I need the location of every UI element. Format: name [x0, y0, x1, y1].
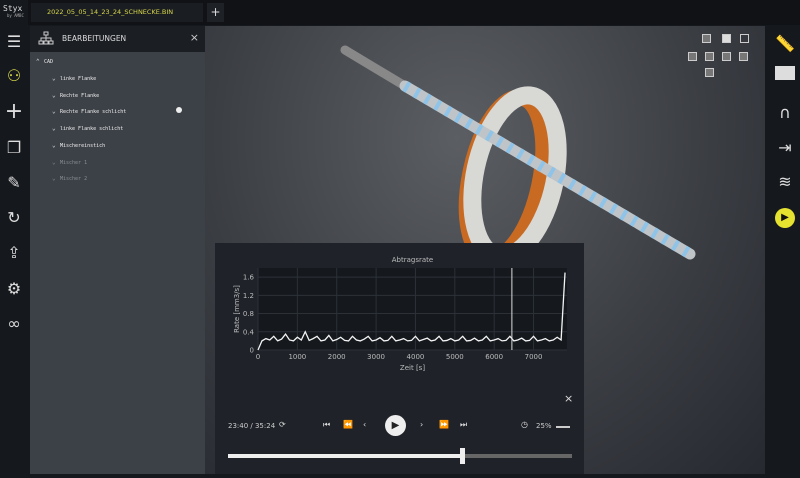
view-back-icon[interactable]	[705, 68, 714, 77]
y-tick-label: 0.4	[243, 328, 255, 336]
chevron-down-icon: ⌄	[52, 75, 56, 82]
x-tick-label: 3000	[367, 353, 385, 361]
play-button[interactable]: ▶	[385, 415, 406, 436]
play-simulation-icon[interactable]: ▶	[775, 208, 795, 228]
timeline-track[interactable]	[228, 448, 572, 464]
view-bottom-icon[interactable]	[739, 52, 748, 61]
tree-item-label: Mischereinstich	[60, 142, 106, 149]
left-toolbar: Styx by AMBC ☰ ⚇ + ❐ ✎ ↻ ⇪ ⚙ ∞	[0, 0, 28, 474]
ruler-icon[interactable]: 📏	[775, 34, 795, 54]
right-toolbar: 📏 ∩ ⇥ ≋ ▶	[767, 26, 800, 474]
link-icon[interactable]: ∞	[4, 314, 24, 334]
gear-icon[interactable]: ⚙	[4, 279, 24, 299]
speed-value: 25%	[536, 422, 552, 430]
view-3d-icon[interactable]	[722, 34, 731, 43]
tree-root-label: CAD	[44, 59, 54, 65]
tree-item[interactable]: ⌄ Mischer 2	[52, 175, 87, 182]
active-indicator-icon	[176, 107, 182, 114]
close-panel-button[interactable]: ×	[190, 31, 199, 44]
chevron-up-icon: ⌃	[36, 58, 40, 65]
timeline-handle[interactable]	[459, 448, 465, 464]
refresh-icon[interactable]: ↻	[4, 208, 24, 228]
tree-item-label: Rechte Flanke schlicht	[60, 109, 127, 116]
view-left-icon[interactable]	[688, 52, 697, 61]
y-tick-label: 1.2	[243, 292, 254, 300]
tree-icon	[38, 31, 54, 45]
time-display: 23:40 / 35:24	[228, 422, 276, 430]
tab-file[interactable]: 2022_05_05_14_23_24_SCHNECKE.BIN	[31, 3, 203, 22]
chart-panel: 0 1000 2000 3000 4000 5000 6000 7000 0 0.4 0.8 1.2 1…	[215, 243, 584, 474]
y-tick-label: 0.8	[243, 310, 254, 318]
x-tick-label: 0	[256, 353, 260, 361]
fast-forward-icon[interactable]: ⏩	[439, 420, 449, 429]
view-right-icon[interactable]	[722, 52, 731, 61]
skip-end-icon[interactable]: ⏭	[460, 420, 467, 430]
x-tick-label: 6000	[485, 353, 503, 361]
y-axis-label: Rate [mm3/s]	[233, 285, 241, 333]
x-axis-label: Zeit [s]	[400, 364, 425, 372]
y-tick-label: 1.6	[243, 274, 255, 282]
chevron-down-icon: ⌄	[52, 175, 56, 183]
add-icon[interactable]: +	[4, 101, 24, 123]
chevron-down-icon: ⌄	[52, 108, 56, 116]
step-forward-icon[interactable]: ›	[420, 420, 423, 429]
speed-slider[interactable]	[556, 426, 570, 428]
tree-icon[interactable]: ⚇	[4, 66, 24, 86]
speed-icon: ◷	[521, 420, 528, 429]
tree-item-label: Mischer 2	[60, 176, 88, 183]
operations-panel: BEARBEITUNGEN × ⌃ CAD ⌄ linke Flanke ⌄ Recht…	[30, 26, 205, 474]
tree-root[interactable]: ⌃ CAD	[36, 58, 53, 65]
tree-item-label: linke Flanke	[60, 76, 97, 82]
add-tab-button[interactable]: +	[207, 3, 224, 22]
compare-icon[interactable]: ⇥	[775, 138, 795, 158]
copy-icon[interactable]: ❐	[4, 138, 24, 158]
tab-bar: 2022_05_05_14_23_24_SCHNECKE.BIN +	[28, 0, 800, 25]
export-icon[interactable]: ⇪	[4, 243, 24, 263]
skip-start-icon[interactable]: ⏮	[323, 420, 330, 430]
tree-item[interactable]: ⌄ linke Flanke schlicht	[52, 125, 123, 132]
tree-item[interactable]: ⌄ Mischereinstich	[52, 142, 105, 149]
fast-rewind-icon[interactable]: ⏪	[343, 420, 353, 429]
chart-title: Abtragsrate	[392, 256, 433, 264]
wave-icon[interactable]: ≋	[775, 172, 795, 192]
view-top-icon[interactable]	[705, 52, 714, 61]
tree-item-label: linke Flanke schlicht	[60, 126, 124, 133]
logo-sub: by AMBC	[7, 13, 24, 18]
abtragsrate-chart: 0 1000 2000 3000 4000 5000 6000 7000 0 0.4 0.8 1.2 1…	[233, 256, 567, 372]
x-tick-label: 4000	[407, 353, 425, 361]
chevron-down-icon: ⌄	[52, 125, 56, 133]
tree-item[interactable]: ⌄ Mischer 1	[52, 159, 87, 166]
x-tick-label: 2000	[328, 353, 346, 361]
chevron-down-icon: ⌄	[52, 141, 56, 149]
tree-item[interactable]: ⌄ linke Flanke	[52, 75, 96, 82]
view-front-icon[interactable]	[702, 34, 711, 43]
timeline-progress	[228, 454, 462, 458]
surface-icon[interactable]	[775, 66, 795, 80]
fit-view-icon[interactable]	[740, 34, 749, 43]
loop-icon[interactable]: ⟳	[279, 420, 286, 429]
profile-icon[interactable]: ∩	[775, 103, 795, 123]
x-tick-label: 7000	[525, 353, 543, 361]
tree-item[interactable]: ⌄ Rechte Flanke schlicht	[52, 107, 182, 116]
menu-icon[interactable]: ☰	[4, 32, 24, 52]
close-chart-button[interactable]: ×	[564, 392, 573, 405]
chevron-down-icon: ⌄	[52, 158, 56, 166]
pencil-icon[interactable]: ✎	[4, 173, 24, 193]
logo-text: Styx	[3, 4, 23, 13]
tree-item-label: Mischer 1	[60, 159, 88, 166]
x-tick-label: 1000	[288, 353, 306, 361]
chevron-down-icon: ⌄	[52, 91, 56, 99]
y-tick-label: 0	[250, 347, 254, 355]
tree-item[interactable]: ⌄ Rechte Flanke	[52, 92, 99, 99]
step-back-icon[interactable]: ‹	[363, 420, 366, 429]
app-logo: Styx by AMBC	[3, 4, 24, 18]
panel-title: BEARBEITUNGEN	[62, 34, 127, 43]
tree-item-label: Rechte Flanke	[60, 92, 100, 99]
panel-header: BEARBEITUNGEN ×	[30, 26, 205, 52]
x-tick-label: 5000	[446, 353, 464, 361]
plot-area	[258, 268, 567, 350]
